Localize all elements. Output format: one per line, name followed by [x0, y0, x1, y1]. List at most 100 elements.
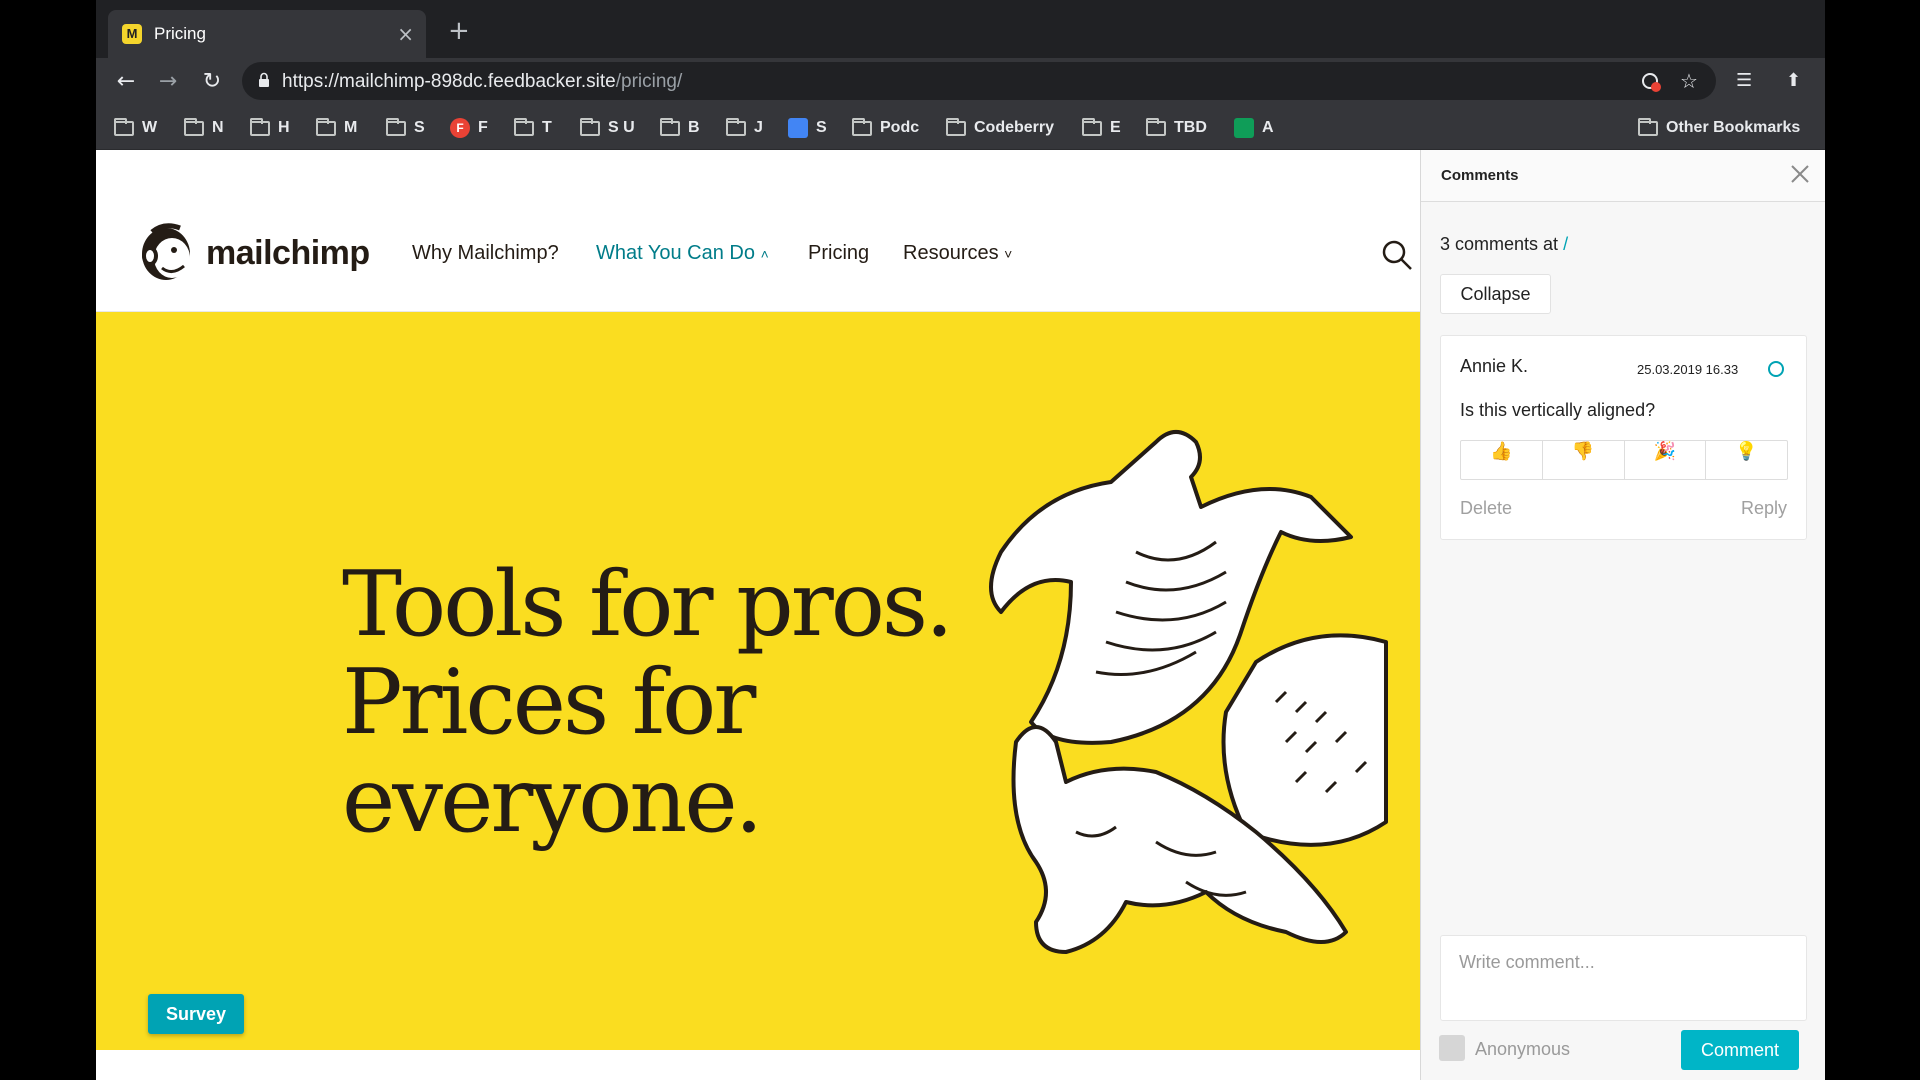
tab-strip: M Pricing × + [96, 0, 1825, 58]
mailchimp-logo[interactable]: mailchimp [136, 220, 370, 286]
freddie-logo-icon [142, 223, 190, 280]
nav-resources-label: Resources [903, 242, 999, 264]
mailchimp-favicon-icon: M [122, 24, 142, 44]
bookmark-h[interactable]: H [250, 116, 290, 140]
new-tab-icon[interactable]: + [448, 16, 470, 46]
bookmark-j[interactable]: J [726, 116, 763, 140]
comment-date: 25.03.2019 16.33 [1637, 362, 1739, 377]
bookmark-codeberry[interactable]: Codeberry [946, 116, 1054, 140]
bookmark-s[interactable]: S [386, 116, 425, 140]
hero-headline: Tools for pros. Prices for everyone. [342, 552, 954, 853]
lock-icon [259, 72, 269, 87]
bookmark-podc[interactable]: Podc [852, 116, 919, 140]
folder-icon [316, 117, 336, 136]
docs-icon [788, 118, 808, 138]
bookmarks-bar: W N H M S FF T S U B J S Podc Codeberry … [96, 106, 1825, 150]
comment-body: Is this vertically aligned? [1460, 400, 1656, 420]
folder-icon [852, 117, 872, 136]
anonymous-checkbox[interactable] [1439, 1035, 1465, 1061]
anonymous-label: Anonymous [1475, 1039, 1571, 1059]
logo-wordmark: mailchimp [206, 233, 370, 272]
hero-line-1: Tools for pros. [342, 552, 954, 657]
bookmark-b[interactable]: B [660, 116, 700, 140]
extension-icon[interactable]: ☰ [1736, 70, 1752, 91]
update-arrow-icon[interactable]: ⬆ [1786, 70, 1801, 91]
comment-input[interactable] [1440, 935, 1807, 1021]
nav-resources[interactable]: Resources ˅ [903, 242, 1012, 265]
bookmark-w[interactable]: W [114, 116, 157, 140]
comment-author: Annie K. [1460, 356, 1529, 376]
bookmark-su[interactable]: S U [580, 116, 635, 140]
chevron-down-icon: ˅ [1004, 246, 1013, 262]
comments-title: Comments [1441, 167, 1519, 184]
resolve-circle-icon[interactable] [1768, 361, 1784, 377]
thumbs-down-icon[interactable]: 👎 [1543, 441, 1625, 479]
web-page: mailchimp Why Mailchimp? What You Can Do… [96, 150, 1421, 1080]
browser-toolbar: ← → ↻ https://mailchimp-898dc.feedbacker… [96, 58, 1825, 106]
browser-window: M Pricing × + ← → ↻ https://mailchimp-89… [96, 0, 1825, 1080]
comments-header: Comments [1421, 150, 1825, 202]
folder-icon [514, 117, 534, 136]
party-popper-icon[interactable]: 🎉 [1625, 441, 1707, 479]
sheets-icon [1234, 118, 1254, 138]
screen: M Pricing × + ← → ↻ https://mailchimp-89… [0, 0, 1920, 1080]
folder-icon [1146, 117, 1166, 136]
folder-icon [1082, 117, 1102, 136]
comment-count: 3 comments at / [1440, 234, 1568, 255]
comment-count-text: 3 comments at [1440, 234, 1559, 254]
folder-icon [386, 117, 406, 136]
comment-submit-button[interactable]: Comment [1681, 1030, 1799, 1070]
hero-line-2: Prices for [342, 650, 756, 755]
folder-icon [726, 117, 746, 136]
hero-section: Tools for pros. Prices for everyone. Sur… [96, 312, 1421, 1050]
other-bookmarks[interactable]: Other Bookmarks [1638, 116, 1800, 140]
bookmark-f[interactable]: FF [450, 116, 488, 140]
below-hero-strip [96, 1050, 1421, 1080]
bookmark-t[interactable]: T [514, 116, 552, 140]
comments-panel: Comments 3 comments at / Collapse Annie … [1420, 150, 1825, 1080]
nav-pricing[interactable]: Pricing [808, 242, 869, 265]
extension-blocked-icon[interactable] [1640, 71, 1662, 93]
comment-card: Annie K. 25.03.2019 16.33 Is this vertic… [1440, 335, 1807, 540]
reload-icon[interactable]: ↻ [196, 66, 228, 98]
folder-icon [250, 117, 270, 136]
reply-button[interactable]: Reply [1741, 498, 1787, 519]
nav-what-you-can-do[interactable]: What You Can Do ˄ [596, 242, 769, 265]
collapse-button[interactable]: Collapse [1440, 274, 1551, 314]
f-badge-icon: F [450, 118, 470, 138]
search-icon[interactable] [1380, 238, 1414, 272]
tab-pricing[interactable]: M Pricing × [108, 10, 426, 58]
folder-icon [660, 117, 680, 136]
folder-icon [114, 117, 134, 136]
thumbs-up-icon[interactable]: 👍 [1461, 441, 1543, 479]
bookmark-e[interactable]: E [1082, 116, 1121, 140]
folder-icon [184, 117, 204, 136]
address-bar[interactable]: https://mailchimp-898dc.feedbacker.site/… [242, 62, 1716, 100]
site-header: mailchimp Why Mailchimp? What You Can Do… [96, 150, 1421, 312]
hero-line-3: everyone. [342, 748, 763, 853]
survey-button[interactable]: Survey [148, 994, 244, 1034]
bookmark-s2[interactable]: S [788, 116, 827, 140]
url-host: https://mailchimp-898dc.feedbacker.site [282, 71, 616, 92]
bookmark-a[interactable]: A [1234, 116, 1274, 140]
folder-icon [580, 117, 600, 136]
lightbulb-icon[interactable]: 💡 [1706, 441, 1787, 479]
close-icon[interactable] [1788, 162, 1812, 186]
nav-why-mailchimp[interactable]: Why Mailchimp? [412, 242, 559, 265]
hero-illustration [989, 430, 1388, 954]
reaction-bar: 👍 👎 🎉 💡 [1460, 440, 1788, 480]
nav-what-label: What You Can Do [596, 242, 755, 264]
bookmark-m[interactable]: M [316, 116, 357, 140]
forward-arrow-icon[interactable]: → [152, 66, 184, 98]
comment-path-link[interactable]: / [1563, 234, 1568, 254]
url-path: /pricing/ [615, 71, 683, 92]
tab-close-icon[interactable]: × [397, 22, 414, 46]
bookmark-n[interactable]: N [184, 116, 224, 140]
folder-icon [1638, 117, 1658, 136]
star-bookmark-icon[interactable]: ☆ [1680, 69, 1698, 93]
bookmark-tbd[interactable]: TBD [1146, 116, 1207, 140]
delete-button[interactable]: Delete [1460, 498, 1512, 519]
url-text: https://mailchimp-898dc.feedbacker.site/… [282, 71, 682, 93]
back-arrow-icon[interactable]: ← [110, 66, 142, 98]
folder-icon [946, 117, 966, 136]
